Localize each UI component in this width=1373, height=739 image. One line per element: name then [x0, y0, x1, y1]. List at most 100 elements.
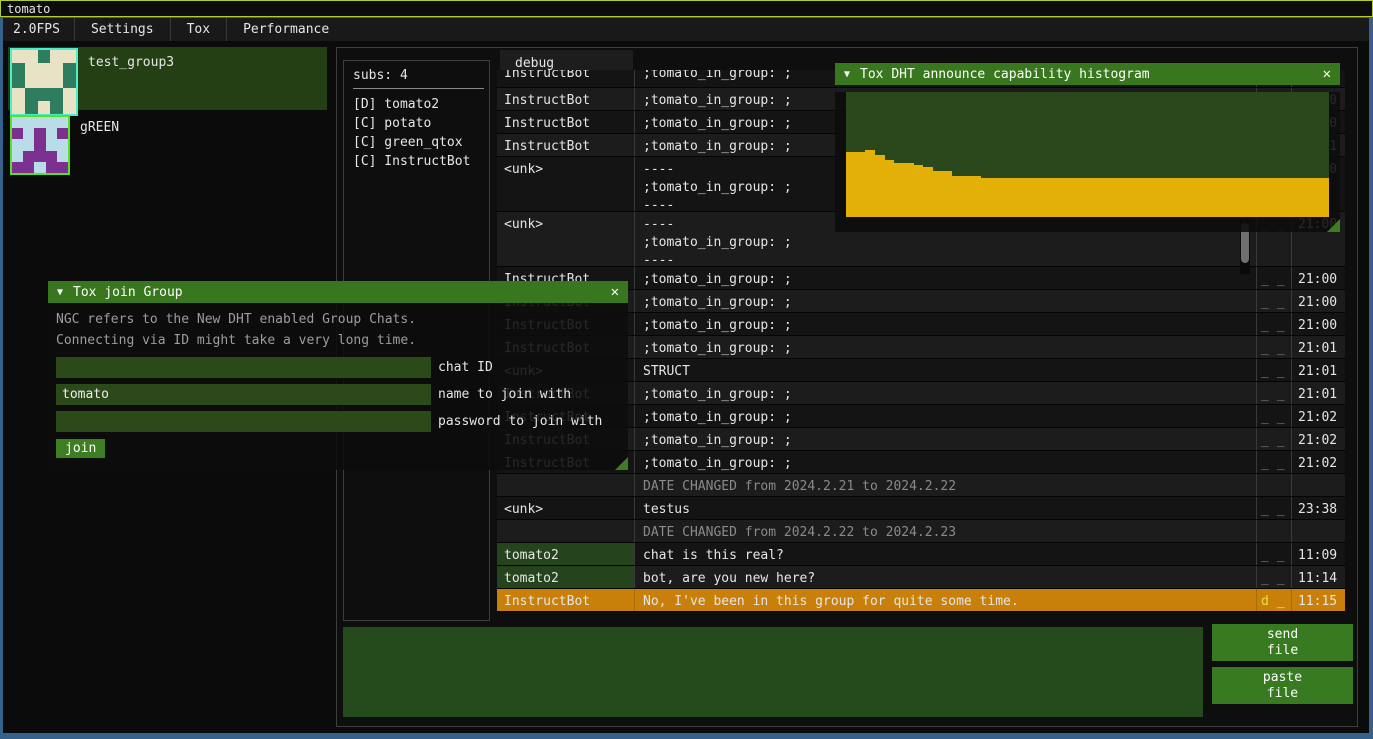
sender-name: <unk>: [497, 212, 635, 266]
menu-item-tox[interactable]: Tox: [171, 22, 226, 37]
histogram-bar: [1252, 178, 1262, 217]
join-group-titlebar[interactable]: ▼ Tox join Group ✕: [48, 281, 628, 303]
resize-grip[interactable]: [1327, 219, 1340, 232]
chat-row: tomato2 bot, are you new here?__11:14: [497, 566, 1345, 589]
timestamp: 21:01: [1292, 359, 1345, 381]
join-group-title: Tox join Group: [73, 285, 183, 300]
sender-name: [497, 474, 635, 496]
avatar-pixel: [57, 162, 68, 173]
message-text: ;tomato_in_group: ;: [635, 451, 1257, 473]
avatar-pixel: [25, 50, 38, 63]
avatar-pixel: [63, 88, 76, 101]
histogram-bar: [933, 171, 943, 217]
message-line: bot, are you new here?: [643, 570, 1256, 588]
histogram-bar: [1087, 178, 1097, 217]
sender-name: <unk>: [497, 497, 635, 519]
subs-count: subs: 4: [353, 68, 489, 83]
histogram-bar: [1310, 178, 1320, 217]
timestamp: 21:01: [1292, 336, 1345, 358]
avatar-pixel: [50, 63, 63, 76]
resize-grip[interactable]: [615, 457, 628, 470]
join-button[interactable]: join: [56, 439, 105, 458]
sidebar-group-gREEN[interactable]: gREEN: [8, 112, 327, 170]
fps-counter: 2.0FPS: [3, 22, 74, 37]
subs-member[interactable]: [D] tomato2: [344, 95, 489, 114]
paste-file-button[interactable]: paste file: [1212, 667, 1353, 704]
join-name-label: name to join with: [438, 387, 571, 402]
chat-id-label: chat ID: [438, 360, 493, 375]
delivery-flags: __: [1257, 566, 1292, 588]
collapse-icon[interactable]: ▼: [57, 287, 63, 298]
avatar-pixel: [12, 162, 23, 173]
menu-item-settings[interactable]: Settings: [75, 22, 170, 37]
join-group-body: NGC refers to the New DHT enabled Group …: [48, 303, 628, 470]
flag-mark: _: [1261, 571, 1269, 586]
flag-mark: _: [1261, 548, 1269, 563]
histogram-bar: [914, 165, 924, 218]
flag-mark: _: [1261, 387, 1269, 402]
sender-name: <unk>: [497, 157, 635, 211]
histogram-bar: [1281, 178, 1291, 217]
message-text: ;tomato_in_group: ;: [635, 336, 1257, 358]
timestamp: 21:02: [1292, 428, 1345, 450]
subs-member[interactable]: [C] InstructBot: [344, 152, 489, 171]
avatar-pixel: [38, 63, 51, 76]
histogram-bar: [1261, 178, 1271, 217]
send-file-button[interactable]: send file: [1212, 624, 1353, 661]
histogram-bar: [1068, 178, 1078, 217]
message-line: STRUCT: [643, 363, 1256, 381]
group-avatar-icon: [10, 115, 70, 175]
avatar-pixel: [12, 151, 23, 162]
close-icon[interactable]: ✕: [611, 284, 619, 300]
message-input[interactable]: [343, 627, 1203, 717]
timestamp: 11:14: [1292, 566, 1345, 588]
flag-mark: _: [1261, 410, 1269, 425]
collapse-icon[interactable]: ▼: [844, 69, 850, 80]
subs-member[interactable]: [C] potato: [344, 114, 489, 133]
message-line: ;tomato_in_group: ;: [643, 455, 1256, 473]
histogram-bar: [904, 163, 914, 217]
avatar-pixel: [12, 63, 25, 76]
timestamp: 11:09: [1292, 543, 1345, 565]
avatar-pixel: [12, 117, 23, 128]
timestamp: 21:00: [1292, 267, 1345, 289]
histogram-bar: [1010, 178, 1020, 217]
sender-name: InstructBot: [497, 589, 635, 611]
delivery-flags: __: [1257, 382, 1292, 404]
histogram-bar: [952, 176, 962, 217]
avatar-pixel: [63, 76, 76, 89]
histogram-bar: [1029, 178, 1039, 217]
avatar-pixel: [63, 50, 76, 63]
histogram-bar: [1242, 178, 1252, 217]
delivery-flags: d_: [1257, 589, 1292, 611]
menu-item-performance[interactable]: Performance: [227, 22, 345, 37]
message-line: ;tomato_in_group: ;: [643, 386, 1256, 404]
histogram-bar: [875, 155, 885, 218]
date-changed-row: DATE CHANGED from 2024.2.22 to 2024.2.23: [497, 520, 1345, 543]
message-text: DATE CHANGED from 2024.2.21 to 2024.2.22: [635, 474, 1257, 496]
sender-name: InstructBot: [497, 134, 635, 156]
subs-list: [D] tomato2[C] potato[C] green_qtox[C] I…: [344, 95, 489, 171]
avatar-pixel: [12, 88, 25, 101]
message-line: ;tomato_in_group: ;: [643, 294, 1256, 312]
histogram-bar: [1097, 178, 1107, 217]
chat-id-input[interactable]: [56, 357, 431, 378]
sidebar-group-test_group3[interactable]: test_group3: [8, 47, 327, 110]
titlebar[interactable]: tomato: [0, 0, 1373, 17]
sender-name: tomato2: [497, 566, 635, 588]
flag-mark: _: [1261, 456, 1269, 471]
message-text: ;tomato_in_group: ;: [635, 382, 1257, 404]
message-line: No, I've been in this group for quite so…: [643, 593, 1256, 611]
join-password-input[interactable]: [56, 411, 431, 432]
subs-member[interactable]: [C] green_qtox: [344, 133, 489, 152]
chat-row: <unk>testus__23:38: [497, 497, 1345, 520]
avatar-pixel: [23, 139, 34, 150]
close-icon[interactable]: ✕: [1323, 66, 1331, 82]
avatar-pixel: [23, 117, 34, 128]
message-line: chat is this real?: [643, 547, 1256, 565]
avatar-pixel: [34, 151, 45, 162]
join-name-input[interactable]: [56, 384, 431, 405]
message-line: ;tomato_in_group: ;: [643, 409, 1256, 427]
dht-histogram-titlebar[interactable]: ▼ Tox DHT announce capability histogram …: [835, 63, 1340, 85]
delivery-flags: __: [1257, 336, 1292, 358]
